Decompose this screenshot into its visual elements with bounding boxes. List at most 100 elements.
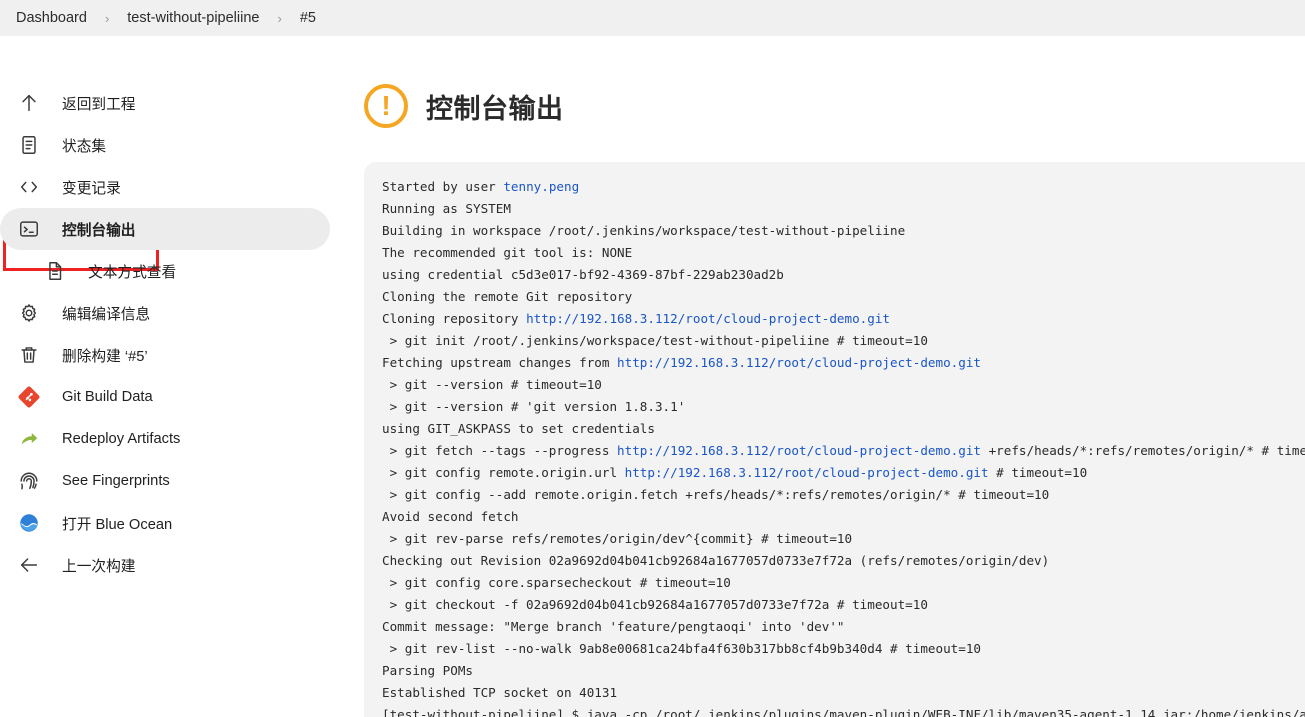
console-link[interactable]: http://192.168.3.112/root/cloud-project-…: [625, 465, 989, 480]
sidebar-item-3[interactable]: 变更记录: [0, 166, 330, 208]
sidebar-item-10[interactable]: See Fingerprints: [0, 460, 330, 502]
sidebar-item-6[interactable]: 编辑编译信息: [0, 292, 330, 334]
sidebar-item-label: 打开 Blue Ocean: [62, 516, 173, 533]
console-text: > git --version # timeout=10: [382, 377, 602, 392]
sidebar-item-label: 编辑编译信息: [62, 306, 151, 323]
breadcrumb-item-dashboard[interactable]: Dashboard: [8, 10, 95, 26]
sidebar-item-12[interactable]: 上一次构建: [0, 544, 330, 586]
page-shell: 返回到工程 状态集 变更记录 控制台输出 文本方式查看 编辑编译信息 删除构建 ‘#5’ Gi…: [0, 36, 1305, 717]
console-text: > git config remote.origin.url: [382, 465, 625, 480]
sidebar-item-4[interactable]: 控制台输出: [0, 208, 330, 250]
console-text: > git init /root/.jenkins/workspace/test…: [382, 333, 928, 348]
page-title: 控制台输出: [426, 93, 564, 124]
console-link[interactable]: http://192.168.3.112/root/cloud-project-…: [617, 443, 981, 458]
fingerprint-icon: [18, 469, 48, 493]
arrow-left-icon: [18, 553, 48, 577]
sidebar-item-label: 上一次构建: [62, 558, 136, 575]
sidebar-item-label: Redeploy Artifacts: [62, 431, 181, 447]
console-line: > git config remote.origin.url http://19…: [382, 462, 1305, 484]
console-text: Commit message: "Merge branch 'feature/p…: [382, 619, 845, 634]
console-line: Avoid second fetch: [382, 506, 1305, 528]
console-line: Cloning the remote Git repository: [382, 286, 1305, 308]
sidebar-item-9[interactable]: Redeploy Artifacts: [0, 418, 330, 460]
console-text: using credential c5d3e017-bf92-4369-87bf…: [382, 267, 784, 282]
console-text: > git fetch --tags --progress: [382, 443, 618, 458]
console-text: > git rev-parse refs/remotes/origin/dev^…: [382, 531, 853, 546]
document-lines-icon: [18, 133, 48, 157]
sidebar-item-2[interactable]: 状态集: [0, 124, 330, 166]
console-text: > git --version # 'git version 1.8.3.1': [382, 399, 686, 414]
console-line: > git rev-list --no-walk 9ab8e00681ca24b…: [382, 638, 1305, 660]
console-text: > git config core.sparsecheckout # timeo…: [382, 575, 731, 590]
console-line: > git config core.sparsecheckout # timeo…: [382, 572, 1305, 594]
console-text: [test-without-pipeliine] $ java -cp /roo…: [382, 707, 1305, 717]
sidebar-item-label: 删除构建 ‘#5’: [62, 348, 148, 365]
sidebar-item-label: 控制台输出: [62, 222, 136, 239]
console-text: Cloning repository: [382, 311, 527, 326]
console-text: Cloning the remote Git repository: [382, 289, 633, 304]
sidebar-item-1[interactable]: 返回到工程: [0, 82, 330, 124]
console-output-log[interactable]: Started by user tenny.peng Running as SYS…: [364, 162, 1305, 717]
sidebar: 返回到工程状态集变更记录控制台输出文本方式查看编辑编译信息 删除构建 ‘#5’ Gi…: [0, 36, 362, 586]
sidebar-item-7[interactable]: 删除构建 ‘#5’: [0, 334, 330, 376]
breadcrumb-separator-icon: ›: [104, 10, 110, 26]
console-text: Fetching upstream changes from: [382, 355, 618, 370]
console-line: > git config --add remote.origin.fetch +…: [382, 484, 1305, 506]
gear-icon: [18, 301, 48, 325]
sidebar-item-label: 状态集: [62, 138, 107, 155]
console-link[interactable]: tenny.peng: [503, 179, 579, 194]
breadcrumb-item-job[interactable]: test-without-pipeliine: [119, 10, 267, 26]
console-link[interactable]: http://192.168.3.112/root/cloud-project-…: [526, 311, 890, 326]
code-brackets-icon: [18, 175, 48, 199]
console-text: Building in workspace /root/.jenkins/wor…: [382, 223, 906, 238]
console-line: > git --version # 'git version 1.8.3.1': [382, 396, 1305, 418]
console-line: Cloning repository http://192.168.3.112/…: [382, 308, 1305, 330]
sidebar-item-11[interactable]: 打开 Blue Ocean: [0, 502, 330, 544]
console-line: > git rev-parse refs/remotes/origin/dev^…: [382, 528, 1305, 550]
breadcrumb: Dashboard › test-without-pipeliine › #5: [0, 0, 1305, 36]
trash-icon: [18, 343, 48, 367]
console-text: > git rev-list --no-walk 9ab8e00681ca24b…: [382, 641, 981, 656]
console-text: Avoid second fetch: [382, 509, 519, 524]
console-text: The recommended git tool is: NONE: [382, 245, 633, 260]
console-line: Started by user tenny.peng: [382, 176, 1305, 198]
git-icon: [18, 385, 48, 409]
console-line: Commit message: "Merge branch 'feature/p…: [382, 616, 1305, 638]
page-title-row: ! 控制台输出: [364, 84, 1305, 128]
console-text: using GIT_ASKPASS to set credentials: [382, 421, 655, 436]
console-line: > git --version # timeout=10: [382, 374, 1305, 396]
console-text: Parsing POMs: [382, 663, 473, 678]
console-line: [test-without-pipeliine] $ java -cp /roo…: [382, 704, 1305, 717]
main-content: ! 控制台输出 Started by user tenny.peng Runnin…: [362, 36, 1305, 717]
sidebar-item-label: 文本方式查看: [88, 264, 177, 281]
blue-ocean-icon: [18, 511, 48, 535]
console-text: +refs/heads/*:refs/remotes/origin/* # ti…: [988, 443, 1305, 458]
console-line: > git checkout -f 02a9692d04b041cb92684a…: [382, 594, 1305, 616]
console-line: > git init /root/.jenkins/workspace/test…: [382, 330, 1305, 352]
console-text: > git config --add remote.origin.fetch +…: [382, 487, 1050, 502]
redeploy-arrow-icon: [18, 427, 48, 451]
console-link[interactable]: http://192.168.3.112/root/cloud-project-…: [617, 355, 981, 370]
console-line: > git fetch --tags --progress http://192…: [382, 440, 1305, 462]
console-line: Fetching upstream changes from http://19…: [382, 352, 1305, 374]
file-text-icon: [44, 259, 74, 283]
console-line: Parsing POMs: [382, 660, 1305, 682]
sidebar-item-label: Git Build Data: [62, 389, 153, 405]
console-line: using credential c5d3e017-bf92-4369-87bf…: [382, 264, 1305, 286]
sidebar-item-label: See Fingerprints: [62, 473, 170, 489]
console-text: Running as SYSTEM: [382, 201, 511, 216]
console-line: Running as SYSTEM: [382, 198, 1305, 220]
console-text: Established TCP socket on 40131: [382, 685, 618, 700]
console-text: Checking out Revision 02a9692d04b041cb92…: [382, 553, 1050, 568]
arrow-up-icon: [18, 91, 48, 115]
console-line: The recommended git tool is: NONE: [382, 242, 1305, 264]
sidebar-item-label: 变更记录: [62, 180, 121, 197]
console-text: # timeout=10: [988, 465, 1088, 480]
sidebar-item-8[interactable]: Git Build Data: [0, 376, 330, 418]
console-line: Established TCP socket on 40131: [382, 682, 1305, 704]
console-line: Building in workspace /root/.jenkins/wor…: [382, 220, 1305, 242]
sidebar-item-label: 返回到工程: [62, 96, 136, 113]
sidebar-item-5[interactable]: 文本方式查看: [0, 250, 330, 292]
breadcrumb-item-build[interactable]: #5: [292, 10, 324, 26]
console-line: using GIT_ASKPASS to set credentials: [382, 418, 1305, 440]
